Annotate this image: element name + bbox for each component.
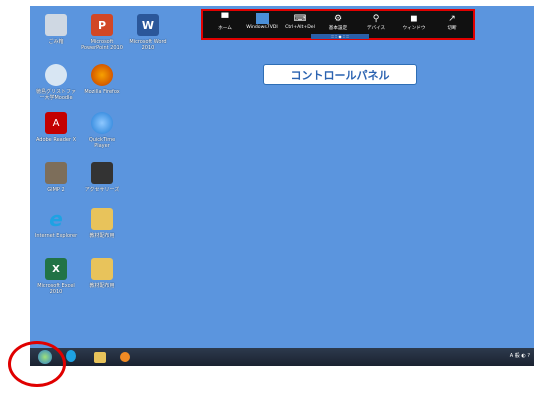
recycle-bin-label: ごみ箱 bbox=[48, 39, 64, 45]
windows-vdi-label: Windows7VDI bbox=[246, 25, 278, 30]
devices-button[interactable]: ⚲ デバイス bbox=[356, 13, 396, 32]
disconnect-icon: ↗ bbox=[448, 13, 456, 24]
folder-glyph-2 bbox=[91, 258, 113, 280]
firefox-label: Mozilla Firefox bbox=[84, 89, 120, 95]
window-icon: ◼ bbox=[410, 13, 418, 24]
ctrl-alt-del-label: Ctrl+Alt+Del bbox=[285, 25, 315, 30]
gimp-glyph bbox=[45, 162, 67, 184]
system-tray[interactable]: A 般 ◐ ? bbox=[510, 352, 530, 359]
media-player-taskbar-icon[interactable] bbox=[120, 352, 130, 362]
quicktime-label: QuickTime Player bbox=[88, 137, 116, 149]
gimp-icon[interactable]: GIMP 2 bbox=[34, 162, 78, 193]
home-icon: ▀ bbox=[221, 13, 229, 24]
start-button-highlight bbox=[8, 341, 66, 387]
folder-label: 教材配布用 bbox=[89, 233, 115, 239]
quicktime-icon[interactable]: QuickTime Player bbox=[80, 112, 124, 149]
settings-label: 基本設定 bbox=[328, 26, 348, 31]
accessories-icon[interactable]: アクセサリーズ bbox=[80, 162, 124, 193]
explorer-taskbar-icon[interactable] bbox=[94, 352, 106, 363]
window-button[interactable]: ◼ ウィンドウ bbox=[394, 13, 434, 32]
windows-vdi-button[interactable]: Windows7VDI bbox=[242, 13, 282, 30]
internet-explorer-glyph: e bbox=[49, 207, 63, 231]
taskbar: A 般 ◐ ? bbox=[30, 348, 534, 366]
adobe-reader-glyph: A bbox=[45, 112, 67, 134]
moodle-glyph bbox=[45, 64, 67, 86]
folder-icon[interactable]: 教材配布用 bbox=[80, 208, 124, 239]
moodle-icon[interactable]: 徳島グリストファ ー大学Moodle bbox=[34, 64, 78, 101]
keyboard-icon: ⌨ bbox=[293, 13, 307, 24]
adobe-reader-label: Adobe Reader X bbox=[35, 137, 77, 143]
word-glyph: W bbox=[137, 14, 159, 36]
folder-icon-2[interactable]: 教材配布用 bbox=[80, 258, 124, 289]
window-label: ウィンドウ bbox=[402, 26, 426, 31]
disconnect-button[interactable]: ↗ 切断 bbox=[432, 13, 472, 32]
ctrl-alt-del-button[interactable]: ⌨ Ctrl+Alt+Del bbox=[280, 13, 320, 31]
internet-explorer-icon[interactable]: e Internet Explorer bbox=[34, 207, 78, 239]
usb-icon: ⚲ bbox=[372, 13, 380, 24]
desktop: ごみ箱 P Microsoft PowerPoint 2010 W Micros… bbox=[30, 6, 534, 348]
control-panel-callout: コントロールパネル bbox=[263, 64, 417, 85]
excel-label: Microsoft Excel 2010 bbox=[37, 283, 75, 295]
excel-glyph: X bbox=[45, 258, 67, 280]
firefox-glyph bbox=[91, 64, 113, 86]
folder-label-2: 教材配布用 bbox=[89, 283, 115, 289]
quicktime-glyph bbox=[91, 112, 113, 134]
remote-control-bar: ▀ ホーム Windows7VDI ⌨ Ctrl+Alt+Del ⚙ 基本設定 … bbox=[201, 9, 475, 40]
internet-explorer-label: Internet Explorer bbox=[34, 233, 78, 239]
word-icon[interactable]: W Microsoft Word 2010 bbox=[126, 14, 170, 51]
firefox-icon[interactable]: Mozilla Firefox bbox=[80, 64, 124, 95]
gimp-label: GIMP 2 bbox=[47, 187, 65, 193]
devices-label: デバイス bbox=[366, 26, 386, 31]
ie-taskbar-icon[interactable] bbox=[66, 350, 76, 362]
desktop-icon bbox=[255, 13, 269, 24]
gear-icon: ⚙ bbox=[333, 13, 343, 24]
home-button[interactable]: ▀ ホーム bbox=[205, 13, 245, 32]
accessories-glyph bbox=[91, 162, 113, 184]
accessories-label: アクセサリーズ bbox=[84, 187, 120, 193]
adobe-reader-icon[interactable]: A Adobe Reader X bbox=[34, 112, 78, 143]
powerpoint-glyph: P bbox=[91, 14, 113, 36]
disconnect-label: 切断 bbox=[447, 26, 457, 31]
word-label: Microsoft Word 2010 bbox=[129, 39, 167, 51]
toolbar-drag-handle[interactable]: ::::: ◆ ::::: bbox=[311, 34, 369, 39]
excel-icon[interactable]: X Microsoft Excel 2010 bbox=[34, 258, 78, 295]
folder-glyph bbox=[91, 208, 113, 230]
settings-button[interactable]: ⚙ 基本設定 bbox=[318, 13, 358, 32]
recycle-bin-icon[interactable]: ごみ箱 bbox=[34, 14, 78, 45]
powerpoint-label: Microsoft PowerPoint 2010 bbox=[81, 39, 123, 51]
recycle-bin-glyph bbox=[45, 14, 67, 36]
home-label: ホーム bbox=[218, 26, 232, 31]
moodle-label: 徳島グリストファ ー大学Moodle bbox=[35, 89, 76, 101]
powerpoint-icon[interactable]: P Microsoft PowerPoint 2010 bbox=[80, 14, 124, 51]
